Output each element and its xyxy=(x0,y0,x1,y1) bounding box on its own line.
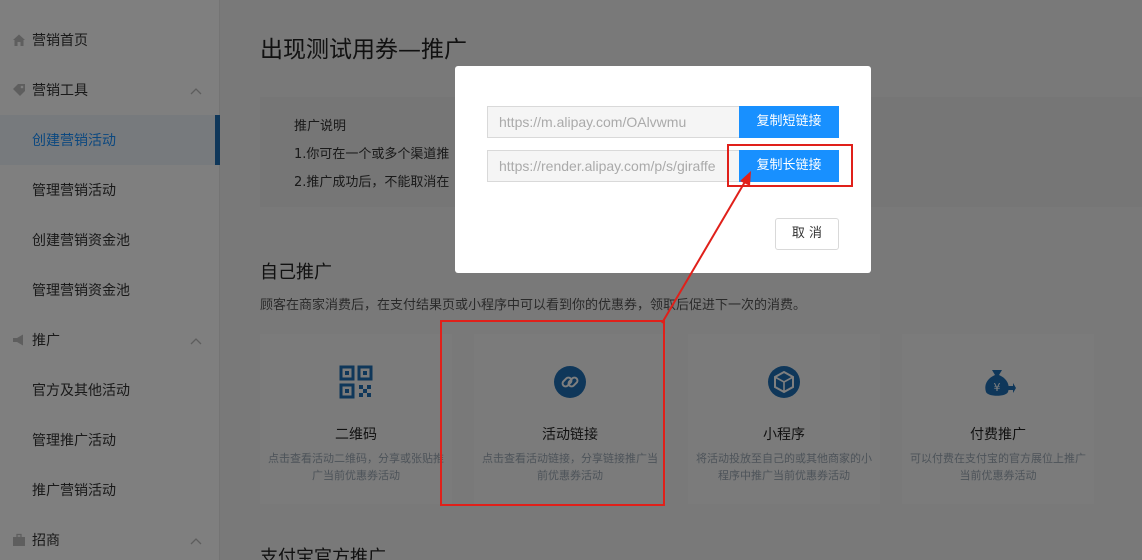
annotation-arrow xyxy=(661,171,751,324)
